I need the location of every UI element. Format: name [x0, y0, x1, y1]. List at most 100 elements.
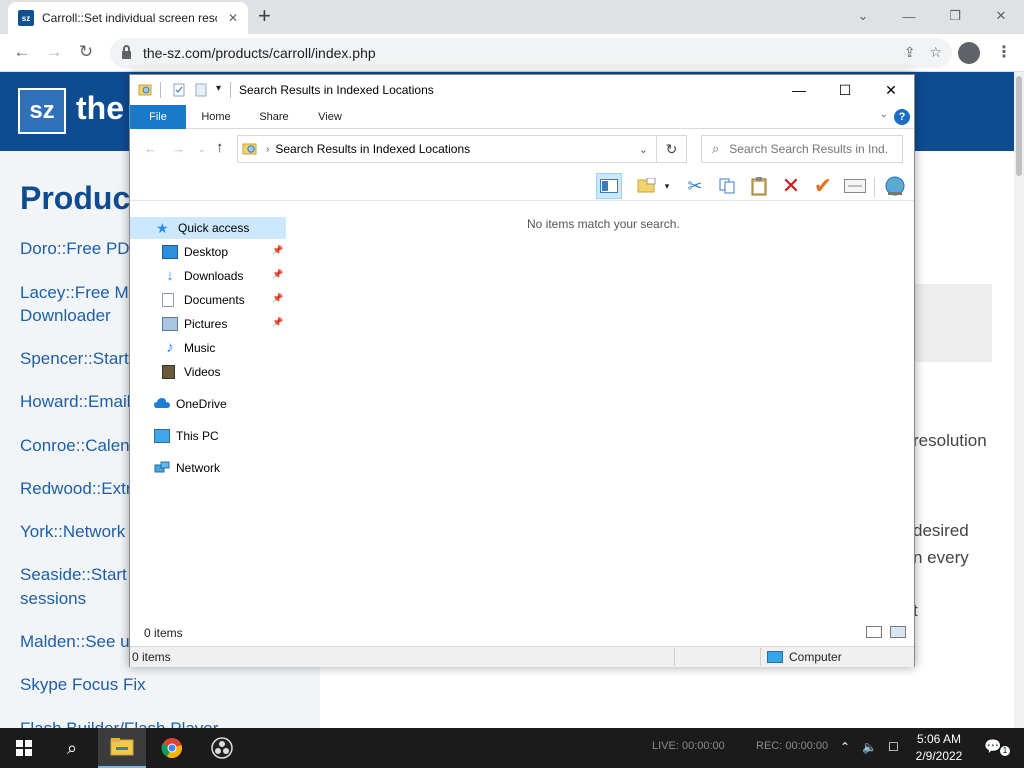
product-link[interactable]: Lacey::Free Mu	[20, 281, 138, 304]
product-link[interactable]: Redwood::Extra	[20, 477, 141, 500]
product-link[interactable]: Skype Focus Fix	[20, 673, 146, 696]
qa-customize-icon[interactable]: ▾	[216, 83, 221, 94]
forward-icon[interactable]: →	[172, 141, 185, 156]
product-link[interactable]: Spencer::Start	[20, 347, 129, 370]
search-icon[interactable]: ⌕	[48, 728, 96, 768]
obs-taskbar-icon[interactable]	[198, 728, 246, 768]
page-scrollbar[interactable]	[1014, 72, 1024, 728]
notification-icon[interactable]: 💬	[984, 738, 1001, 755]
nav-item-downloads[interactable]: ↓ Downloads	[162, 265, 288, 287]
search-box[interactable]: ⌕	[701, 135, 903, 163]
tab-file[interactable]: File	[130, 105, 186, 129]
new-item-dropdown-icon[interactable]: ▾	[660, 173, 674, 199]
downloads-icon: ↓	[166, 267, 174, 284]
network-tray-icon[interactable]: ☐	[888, 740, 899, 754]
delete-icon[interactable]: ✕	[778, 173, 804, 199]
tray-overflow-icon[interactable]: ⌃	[840, 740, 850, 754]
new-tab-icon[interactable]: +	[258, 5, 271, 27]
toolbar-separator	[874, 177, 875, 197]
product-link[interactable]: Seaside::Start r	[20, 563, 137, 586]
clock[interactable]: 5:06 AM 2/9/2022	[914, 731, 964, 765]
status-divider	[674, 648, 675, 666]
breadcrumb-chevron-icon[interactable]: ›	[266, 144, 269, 155]
profile-avatar-icon[interactable]	[958, 42, 980, 64]
minimize-icon[interactable]: —	[776, 75, 822, 105]
pin-icon[interactable]: 📌	[272, 293, 283, 304]
pin-icon[interactable]: 📌	[272, 245, 283, 256]
command-toolbar: ▾ ✂ ✕ ✔	[130, 171, 914, 201]
product-link[interactable]: Doro::Free PDF	[20, 237, 140, 260]
close-icon[interactable]: ✕	[978, 4, 1024, 28]
close-icon[interactable]: ✕	[868, 75, 914, 105]
explorer-window-controls: — ☐ ✕	[776, 75, 914, 105]
copy-icon[interactable]	[714, 173, 740, 199]
tab-search-icon[interactable]: ⌄	[840, 4, 886, 28]
tab-close-icon[interactable]: ✕	[228, 11, 238, 25]
product-link[interactable]: Downloader	[20, 304, 111, 327]
nav-item-music[interactable]: ♪ Music	[162, 337, 288, 359]
browser-menu-icon[interactable]: ⋮	[996, 42, 1012, 62]
nav-item-onedrive[interactable]: OneDrive	[154, 393, 288, 415]
browser-tab[interactable]: sz Carroll::Set individual screen resolu…	[8, 2, 248, 34]
start-button[interactable]	[0, 728, 48, 768]
rename-check-icon[interactable]: ✔	[810, 173, 836, 199]
nav-item-pictures[interactable]: Pictures	[162, 313, 288, 335]
minimize-icon[interactable]: —	[886, 4, 932, 28]
file-explorer-taskbar-icon[interactable]	[98, 728, 146, 768]
address-dropdown-icon[interactable]: ⌄	[639, 143, 648, 156]
scrollbar-thumb[interactable]	[1016, 76, 1022, 176]
status-item-count: 0 items	[132, 650, 171, 664]
cut-icon[interactable]: ✂	[682, 173, 708, 199]
new-folder-icon[interactable]	[634, 173, 660, 199]
details-view-icon[interactable]	[866, 626, 882, 638]
status-location-label: Computer	[789, 650, 842, 664]
nav-item-network[interactable]: Network	[154, 457, 288, 479]
url-text: the-sz.com/products/carroll/index.php	[143, 45, 376, 61]
back-icon[interactable]: ←	[144, 141, 157, 156]
new-folder-qa-icon[interactable]	[194, 83, 208, 97]
recent-locations-icon[interactable]: ⌄	[198, 144, 206, 155]
address-bar[interactable]: the-sz.com/products/carroll/index.php ⇪ …	[110, 38, 952, 68]
volume-muted-icon[interactable]: 🔈	[862, 740, 877, 754]
product-link[interactable]: Flash Builder/Flash Player	[20, 717, 218, 728]
address-input[interactable]: › Search Results in Indexed Locations ⌄	[237, 135, 657, 163]
site-logo-text[interactable]: the	[76, 90, 124, 127]
pin-icon[interactable]: 📌	[272, 317, 283, 328]
help-icon[interactable]: ?	[894, 109, 910, 125]
nav-item-quick-access[interactable]: ★ Quick access	[130, 217, 286, 239]
properties-icon[interactable]	[172, 83, 186, 97]
up-icon[interactable]: ↑	[216, 139, 224, 156]
site-logo[interactable]: sz	[18, 88, 66, 134]
nav-item-this-pc[interactable]: This PC	[154, 425, 288, 447]
product-link[interactable]: Conroe::Calend	[20, 434, 139, 457]
forward-icon[interactable]: →	[42, 42, 66, 62]
pin-icon[interactable]: 📌	[272, 269, 283, 280]
nav-item-desktop[interactable]: Desktop	[162, 241, 288, 263]
product-link[interactable]: Howard::Email	[20, 390, 131, 413]
refresh-icon[interactable]: ↻	[657, 135, 687, 163]
chrome-taskbar-icon[interactable]	[148, 728, 196, 768]
titlebar-separator	[230, 82, 231, 98]
search-input[interactable]	[729, 142, 890, 156]
tab-share[interactable]: Share	[250, 105, 298, 129]
preview-pane-icon[interactable]	[596, 173, 622, 199]
restore-icon[interactable]: ❐	[932, 4, 978, 28]
maximize-icon[interactable]: ☐	[822, 75, 868, 105]
expand-ribbon-icon[interactable]: ⌄	[880, 109, 888, 120]
product-link[interactable]: sessions	[20, 587, 86, 610]
product-link[interactable]: York::Network T	[20, 520, 140, 543]
reload-icon[interactable]: ↻	[74, 42, 98, 62]
tab-home[interactable]: Home	[192, 105, 240, 129]
email-icon[interactable]	[842, 173, 868, 199]
nav-item-documents[interactable]: Documents	[162, 289, 288, 311]
bookmark-star-icon[interactable]: ☆	[929, 44, 942, 61]
large-icons-view-icon[interactable]	[890, 626, 906, 638]
paste-icon[interactable]	[746, 173, 772, 199]
tab-view[interactable]: View	[306, 105, 354, 129]
share-icon[interactable]: ⇪	[904, 44, 916, 61]
network-globe-icon[interactable]	[882, 173, 908, 199]
back-icon[interactable]: ←	[10, 42, 34, 62]
nav-item-videos[interactable]: Videos	[162, 361, 288, 383]
status-divider	[760, 648, 761, 666]
product-link[interactable]: Malden::See us	[20, 630, 138, 653]
